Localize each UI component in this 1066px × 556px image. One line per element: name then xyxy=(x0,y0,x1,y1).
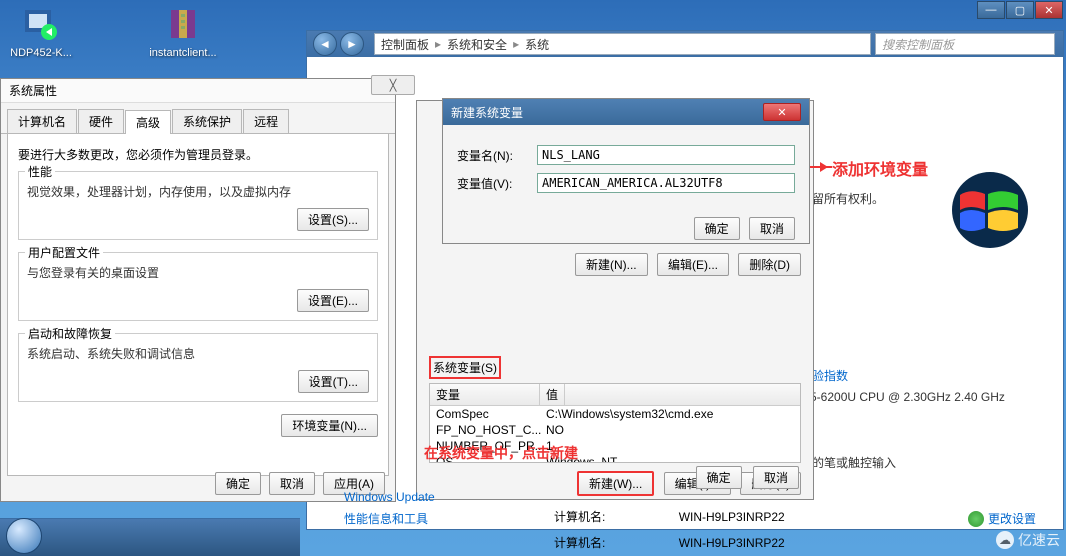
dialog-close-indicator[interactable]: ╳ xyxy=(371,75,415,95)
archive-icon xyxy=(163,4,203,44)
list-row[interactable]: ComSpecC:\Windows\system32\cmd.exe xyxy=(430,406,800,422)
tabs: 计算机名 硬件 高级 系统保护 远程 xyxy=(1,103,395,134)
user-var-delete-button[interactable]: 删除(D) xyxy=(738,253,801,276)
tab-hardware[interactable]: 硬件 xyxy=(78,109,124,133)
var-value-label: 变量值(V): xyxy=(457,175,537,192)
computer-name-row: 计算机名: WIN-H9LP3INRP22 xyxy=(554,534,785,551)
desktop-icon-ndp452[interactable]: NDP452-K... xyxy=(6,4,76,59)
windows-update-link[interactable]: Windows Update xyxy=(344,490,435,504)
desktop-icon-label: NDP452-K... xyxy=(6,47,76,59)
pen-touch-text: 器的笔或触控输入 xyxy=(800,454,1005,471)
startup-settings-button[interactable]: 设置(T)... xyxy=(298,370,369,393)
watermark: 亿速云 xyxy=(996,530,1060,550)
user-var-new-button[interactable]: 新建(N)... xyxy=(575,253,648,276)
breadcrumb-item[interactable]: 系统 xyxy=(525,36,549,53)
new-system-variable-dialog: 新建系统变量 ✕ 变量名(N): 变量值(V): 确定 取消 xyxy=(442,98,810,244)
breadcrumb-item[interactable]: 系统和安全 xyxy=(447,36,507,53)
window-controls: — ▢ ✕ xyxy=(976,1,1063,19)
breadcrumb-item[interactable]: 控制面板 xyxy=(381,36,429,53)
sysprops-ok-button[interactable]: 确定 xyxy=(215,472,261,495)
annotation-click-new: 在系统变量中，点击新建 xyxy=(424,443,578,463)
env-vars-button[interactable]: 环境变量(N)... xyxy=(281,414,378,437)
perf-settings-button[interactable]: 设置(S)... xyxy=(297,208,369,231)
bottom-info: Windows Update 性能信息和工具 xyxy=(344,490,435,533)
cpu-info-text: ) i5-6200U CPU @ 2.30GHz 2.40 GHz xyxy=(800,390,1005,404)
desktop-icon-label: instantclient... xyxy=(148,47,218,59)
sysprops-cancel-button[interactable]: 取消 xyxy=(269,472,315,495)
list-header: 变量 值 xyxy=(430,384,800,406)
close-icon[interactable]: ✕ xyxy=(763,103,801,121)
system-properties-dialog: 系统属性 ╳ 计算机名 硬件 高级 系统保护 远程 要进行大多数更改，您必须作为… xyxy=(0,78,396,502)
explorer-titlebar: ◄ ► 控制面板▸ 系统和安全▸ 系统 搜索控制面板 xyxy=(307,31,1063,57)
tab-advanced[interactable]: 高级 xyxy=(125,110,171,134)
close-button[interactable]: ✕ xyxy=(1035,1,1063,19)
maximize-button[interactable]: ▢ xyxy=(1006,1,1034,19)
change-settings-link[interactable]: 更改设置 xyxy=(968,510,1036,527)
admin-intro-text: 要进行大多数更改，您必须作为管理员登录。 xyxy=(18,146,378,163)
env-ok-button[interactable]: 确定 xyxy=(696,466,742,489)
windows-logo-icon xyxy=(940,170,1040,250)
minimize-button[interactable]: — xyxy=(977,1,1005,19)
user-var-edit-button[interactable]: 编辑(E)... xyxy=(657,253,729,276)
nav-forward-button[interactable]: ► xyxy=(340,32,364,56)
search-input[interactable]: 搜索控制面板 xyxy=(875,33,1055,55)
tab-remote[interactable]: 远程 xyxy=(243,109,289,133)
var-name-input[interactable] xyxy=(537,145,795,165)
system-var-new-button[interactable]: 新建(W)... xyxy=(577,471,654,496)
tab-system-protection[interactable]: 系统保护 xyxy=(172,109,242,133)
startup-group: 启动和故障恢复 系统启动、系统失败和调试信息 设置(T)... xyxy=(18,333,378,402)
newvar-ok-button[interactable]: 确定 xyxy=(694,217,740,240)
system-vars-label: 系统变量(S) xyxy=(429,356,501,379)
dialog-title: 系统属性 xyxy=(1,79,395,103)
computer-name-row: 计算机名: WIN-H9LP3INRP22 xyxy=(554,508,785,525)
installer-icon xyxy=(21,4,61,44)
perf-info-link[interactable]: 性能信息和工具 xyxy=(344,510,435,527)
nav-back-button[interactable]: ◄ xyxy=(313,32,337,56)
perf-group: 性能 视觉效果，处理器计划，内存使用，以及虚拟内存 设置(S)... xyxy=(18,171,378,240)
list-row[interactable]: FP_NO_HOST_C...NO xyxy=(430,422,800,438)
newvar-cancel-button[interactable]: 取消 xyxy=(749,217,795,240)
desktop-icon-instantclient[interactable]: instantclient... xyxy=(148,4,218,59)
var-name-label: 变量名(N): xyxy=(457,147,537,164)
tab-computer-name[interactable]: 计算机名 xyxy=(7,109,77,133)
var-value-input[interactable] xyxy=(537,173,795,193)
breadcrumb-bar[interactable]: 控制面板▸ 系统和安全▸ 系统 xyxy=(374,33,871,55)
profile-settings-button[interactable]: 设置(E)... xyxy=(297,289,369,312)
experience-index-link[interactable]: 体验指数 xyxy=(800,367,1005,384)
profile-group: 用户配置文件 与您登录有关的桌面设置 设置(E)... xyxy=(18,252,378,321)
start-button[interactable] xyxy=(6,518,42,554)
taskbar xyxy=(0,518,300,556)
annotation-add-env: 添加环境变量 xyxy=(832,156,928,180)
env-cancel-button[interactable]: 取消 xyxy=(753,466,799,489)
dialog-titlebar: 新建系统变量 ✕ xyxy=(443,99,809,125)
